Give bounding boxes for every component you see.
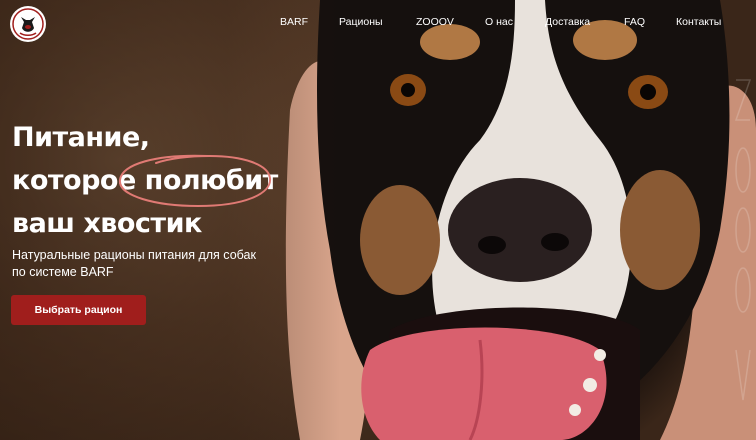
highlight-circle-icon xyxy=(119,154,272,208)
nav-item-faq[interactable]: FAQ xyxy=(624,16,645,28)
zooov-watermark xyxy=(734,79,752,401)
nav-item-about[interactable]: О нас xyxy=(485,16,513,28)
hero-subtitle: Натуральные рационы питания для собак по… xyxy=(12,248,256,279)
nav-item-zooov[interactable]: ZOOOV xyxy=(416,16,454,28)
nav-item-contacts[interactable]: Контакты xyxy=(676,16,721,28)
main-nav: BARF Рационы ZOOOV О нас Доставка FAQ Ко… xyxy=(0,16,756,32)
nav-item-delivery[interactable]: Доставка xyxy=(545,16,590,28)
choose-ration-button[interactable]: Выбрать рацион xyxy=(11,295,146,325)
nav-item-rations[interactable]: Рационы xyxy=(339,16,383,28)
nav-item-barf[interactable]: BARF xyxy=(280,16,308,28)
